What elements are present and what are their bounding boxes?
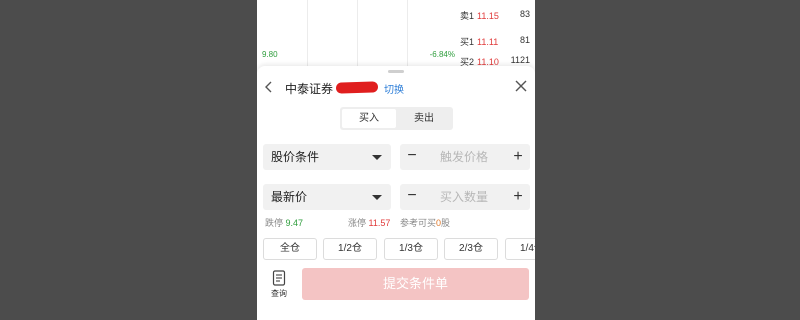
order-book-row: 买1 11.11 81 — [460, 35, 530, 47]
quick-full-position-button[interactable]: 全仓 — [263, 238, 317, 260]
switch-stock-link[interactable]: 切换 — [384, 81, 404, 96]
quick-quarter-position-button[interactable]: 1/4仓 — [505, 238, 535, 260]
back-chevron-icon[interactable] — [263, 80, 277, 96]
chart-change-pct: -6.84% — [429, 50, 455, 59]
quick-two-thirds-position-button[interactable]: 2/3仓 — [444, 238, 498, 260]
quantity-input[interactable] — [422, 184, 506, 210]
available-quantity-info: 参考可买0股 — [400, 218, 451, 228]
limit-up-info: 涨停 11.57 — [348, 218, 391, 228]
price-type-select[interactable]: 最新价 — [263, 184, 391, 210]
quick-half-position-button[interactable]: 1/2仓 — [323, 238, 377, 260]
decrease-quantity-button[interactable]: − — [404, 184, 420, 210]
chart-gridline — [307, 0, 308, 66]
query-label: 查询 — [271, 289, 287, 298]
increase-trigger-price-button[interactable]: + — [510, 144, 526, 170]
increase-quantity-button[interactable]: + — [510, 184, 526, 210]
document-icon — [272, 270, 286, 286]
buy-sell-toggle: 买入 卖出 — [340, 107, 453, 130]
chart-gridline — [357, 0, 358, 66]
dropdown-caret-icon — [372, 155, 382, 160]
trigger-price-stepper: − + — [400, 144, 530, 170]
submit-condition-order-button[interactable]: 提交条件单 — [302, 268, 529, 300]
query-button[interactable]: 查询 — [263, 270, 295, 300]
sheet-drag-handle[interactable] — [388, 70, 404, 73]
tab-sell[interactable]: 卖出 — [397, 109, 451, 128]
dropdown-caret-icon — [372, 195, 382, 200]
limit-down-info: 跌停 9.47 — [265, 218, 304, 228]
phone-screen: 9.80 -6.84% 卖1 11.15 83 买1 11.11 81 买2 11.10 1… — [257, 0, 535, 320]
intraday-chart: 9.80 -6.84% — [257, 0, 455, 66]
chart-gridline — [407, 0, 408, 66]
redacted-stock-code — [335, 81, 379, 94]
close-icon[interactable] — [513, 78, 529, 94]
condition-type-select[interactable]: 股价条件 — [263, 144, 391, 170]
condition-order-sheet: 中泰证券 切换 买入 卖出 股价条件 − + 最新价 − + 跌停 — [257, 66, 535, 320]
order-book-row: 卖1 11.15 83 — [460, 9, 530, 21]
stock-name: 中泰证券 — [285, 82, 334, 96]
quantity-stepper: − + — [400, 184, 530, 210]
tab-buy[interactable]: 买入 — [342, 109, 396, 128]
quick-third-position-button[interactable]: 1/3仓 — [384, 238, 438, 260]
chart-low-price: 9.80 — [262, 50, 278, 59]
order-book: 卖1 11.15 83 买1 11.11 81 买2 11.10 1121 — [457, 0, 535, 67]
trigger-price-input[interactable] — [422, 144, 506, 170]
decrease-trigger-price-button[interactable]: − — [404, 144, 420, 170]
